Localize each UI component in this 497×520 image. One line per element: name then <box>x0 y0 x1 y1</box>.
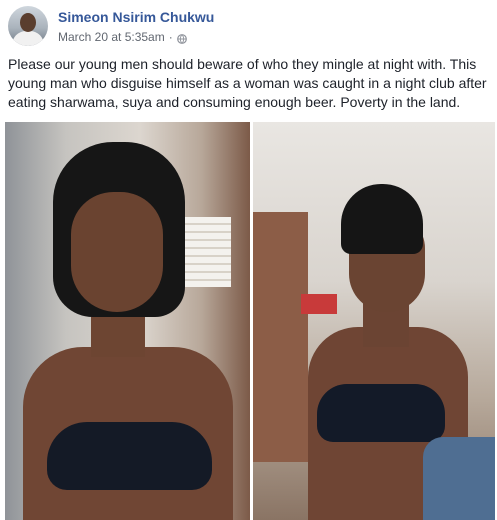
photo-right-red-crate <box>301 294 337 314</box>
post-header: Simeon Nsirim Chukwu March 20 at 5:35am … <box>8 6 214 46</box>
post-meta: Simeon Nsirim Chukwu March 20 at 5:35am … <box>58 6 214 45</box>
post-text: Please our young men should beware of wh… <box>8 56 487 110</box>
photo-right-door <box>253 212 308 462</box>
photo-right-bra <box>317 384 445 442</box>
photo-left-face <box>71 192 163 312</box>
photo-right-hair <box>341 184 423 254</box>
author-avatar[interactable] <box>8 6 48 46</box>
photo-grid: person in black wig and black bra same p… <box>5 122 495 520</box>
photo-left-subject: person in black wig and black bra <box>5 122 6 123</box>
photo-left-bra <box>47 422 212 490</box>
meta-separator: · <box>168 30 173 44</box>
author-name-link[interactable]: Simeon Nsirim Chukwu <box>58 8 214 26</box>
photo-right-blue-cloth <box>423 437 495 520</box>
globe-icon[interactable] <box>176 32 187 44</box>
photo-right[interactable]: same person without wig in black bra <box>253 122 495 520</box>
photo-left[interactable]: person in black wig and black bra <box>5 122 250 520</box>
avatar-face <box>20 13 36 32</box>
post-timestamp-link[interactable]: March 20 at 5:35am <box>58 29 165 45</box>
avatar-shirt <box>12 31 44 46</box>
facebook-post: Simeon Nsirim Chukwu March 20 at 5:35am … <box>0 0 497 520</box>
post-subline: March 20 at 5:35am · <box>58 29 214 45</box>
photo-right-subject: same person without wig in black bra <box>253 122 254 123</box>
window-blinds <box>185 217 231 287</box>
